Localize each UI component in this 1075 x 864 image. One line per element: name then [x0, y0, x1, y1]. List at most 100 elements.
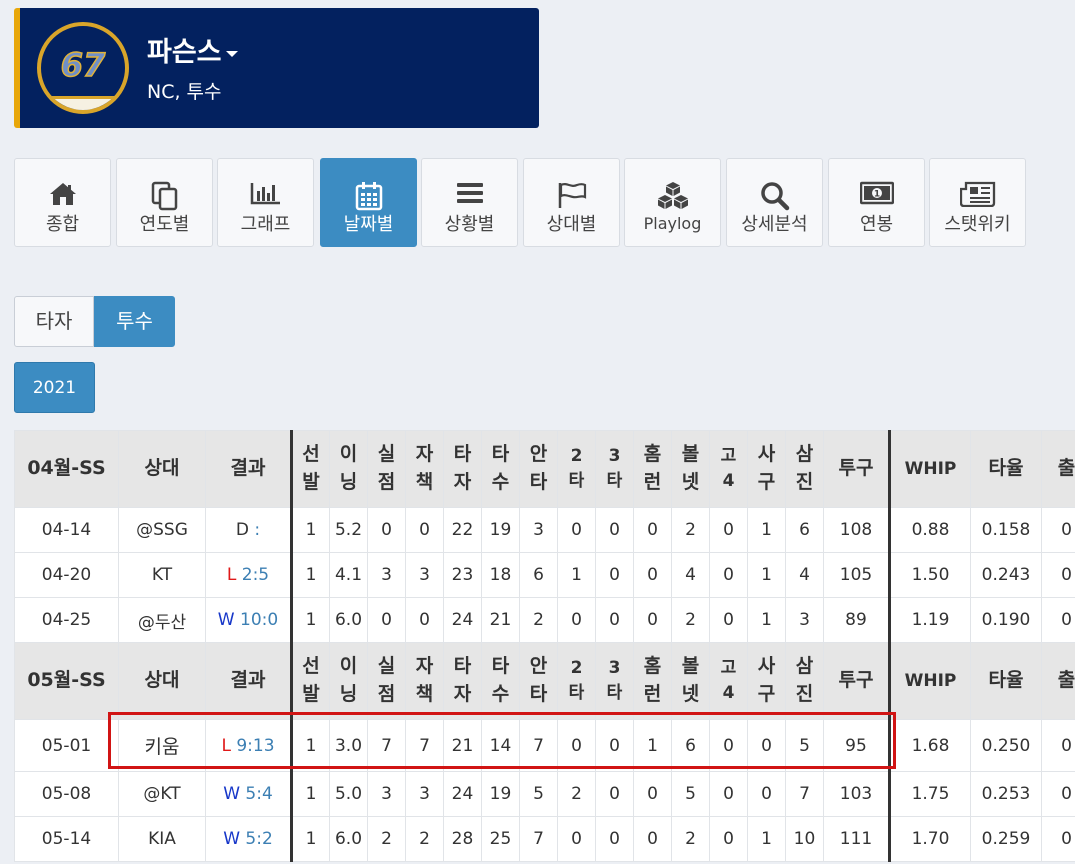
column-header: 타율: [970, 642, 1042, 720]
stat-cell: 3: [405, 771, 444, 817]
stat-cell: 1: [290, 816, 330, 862]
stat-cell: 0: [709, 597, 748, 643]
column-header: 타수: [481, 642, 520, 720]
game-result[interactable]: W 10:0: [205, 597, 292, 643]
stat-cell: 0: [1041, 552, 1075, 598]
game-result[interactable]: W 5:4: [205, 771, 292, 817]
opponent: @두산: [118, 597, 206, 643]
stat-cell: 0: [595, 507, 634, 553]
nav-tab-label: 연도별: [139, 214, 190, 235]
stat-cell: 0: [405, 597, 444, 643]
stat-cell: 1: [290, 771, 330, 817]
copy-icon: [117, 181, 212, 211]
stat-cell: 1: [747, 552, 786, 598]
year-button[interactable]: 2021: [14, 362, 95, 413]
stat-cell: 95: [823, 719, 890, 772]
column-header: 삼진: [785, 430, 824, 508]
nav-tab-4[interactable]: 상황별: [421, 158, 518, 247]
table-row[interactable]: 04-25 @두산 W 10:0 1 6.0 0 0 24 21 2 0 0 0 2 0 1 3 89 1.19 0.…: [14, 597, 1075, 643]
player-card: 67 파슨스 NC, 투수: [14, 8, 539, 128]
stat-cell: 6: [519, 552, 558, 598]
stat-cell: 0: [709, 719, 748, 772]
player-name-dropdown[interactable]: 파슨스: [147, 30, 238, 69]
column-header: WHIP: [888, 430, 971, 508]
game-result[interactable]: W 5:2: [205, 816, 292, 862]
calendar-icon: [321, 181, 416, 211]
batter-toggle[interactable]: 타자: [14, 296, 94, 347]
column-header: 자책: [405, 642, 444, 720]
table-row[interactable]: 05-14 KIA W 5:2 1 6.0 2 2 28 25 7 0 0 0 2 0 1 10 111 1.70 0…: [14, 816, 1075, 862]
game-date: 05-14: [14, 816, 119, 862]
stat-cell: 2: [671, 816, 710, 862]
column-header: 선발: [290, 642, 330, 720]
column-header: 홈런: [633, 430, 672, 508]
nav-tab-label: 상대별: [546, 214, 597, 235]
flag-icon: [524, 181, 619, 211]
stat-cell: 21: [481, 597, 520, 643]
stat-cell: 1: [633, 719, 672, 772]
stat-cell: 0: [557, 597, 596, 643]
stat-cell: 0: [1041, 771, 1075, 817]
column-header: 타율: [970, 430, 1042, 508]
batter-pitcher-toggle: 타자 투수: [14, 296, 175, 347]
game-result[interactable]: L 9:13: [205, 719, 292, 772]
stat-cell: 0: [595, 816, 634, 862]
nav-tab-label: 상황별: [444, 214, 495, 235]
stat-cell: 1: [747, 507, 786, 553]
column-header: WHIP: [888, 642, 971, 720]
stat-cell: 24: [443, 771, 482, 817]
column-header: 자책: [405, 430, 444, 508]
nav-tab-3[interactable]: 날짜별: [320, 158, 417, 247]
table-row[interactable]: 04-14 @SSG D :1 5.2 0 0 22 19 3 0 0 0 2 0 1 6 108 0.88 0.1…: [14, 507, 1075, 553]
column-header: 타자: [443, 430, 482, 508]
game-date: 05-08: [14, 771, 119, 817]
stat-cell: 7: [785, 771, 824, 817]
game-result[interactable]: L 2:5: [205, 552, 292, 598]
game-date: 04-20: [14, 552, 119, 598]
nav-tab-0[interactable]: 종합: [14, 158, 111, 247]
nav-tab-8[interactable]: 1 연봉: [828, 158, 925, 247]
stat-cell: 0.190: [970, 597, 1042, 643]
stat-cell: 19: [481, 507, 520, 553]
money-icon: 1: [829, 181, 924, 211]
stat-cell: 0: [1041, 507, 1075, 553]
result-score: 9:13: [230, 735, 275, 756]
table-row[interactable]: 05-01 키움 L 9:13 1 3.0 7 7 21 14 7 0 0 1 6 0 0 5 95 1.68 0.2…: [14, 719, 1075, 772]
stat-cell: 6.0: [329, 816, 368, 862]
stat-cell: 3: [785, 597, 824, 643]
column-header: 실점: [367, 642, 406, 720]
month-header-row: 05월-SS 상대 결과 선 발 이 닝 실 점 자 책 타 자 타 수 안 타 2 타 3 타 홈 런 볼 넷 고 4 사 구 삼 진 투구…: [14, 642, 1075, 720]
stat-cell: 0.88: [888, 507, 971, 553]
nav-tab-5[interactable]: 상대별: [523, 158, 620, 247]
column-header: 상대: [118, 430, 206, 508]
stat-cell: 28: [443, 816, 482, 862]
table-row[interactable]: 04-20 KT L 2:5 1 4.1 3 3 23 18 6 1 0 0 4 0 1 4 105 1.50 0.2…: [14, 552, 1075, 598]
stat-cell: 5.2: [329, 507, 368, 553]
result-letter: W: [223, 784, 241, 804]
nav-tab-7[interactable]: 상세분석: [726, 158, 823, 247]
stat-cell: 7: [367, 719, 406, 772]
column-header: 볼넷: [671, 642, 710, 720]
stat-cell: 1: [747, 597, 786, 643]
nav-tab-label: 그래프: [240, 214, 291, 235]
game-result[interactable]: D :: [205, 507, 292, 553]
column-header: 안타: [519, 430, 558, 508]
result-score: :: [248, 520, 261, 540]
nav-tab-1[interactable]: 연도별: [116, 158, 213, 247]
stat-cell: 0.259: [970, 816, 1042, 862]
pitcher-toggle[interactable]: 투수: [94, 296, 175, 347]
nav-tab-6[interactable]: Playlog: [624, 158, 721, 247]
stat-cell: 0: [709, 771, 748, 817]
stat-cell: 3: [367, 771, 406, 817]
game-log-table: 04월-SS 상대 결과 선 발 이 닝 실 점 자 책 타 자 타 수 안 타 2 타 3 타 홈 런 볼 넷 고 4 사 구 삼 진 투구…: [14, 430, 1075, 862]
table-row[interactable]: 05-08 @KT W 5:4 1 5.0 3 3 24 19 5 2 0 0 5 0 0 7 103 1.75 0.…: [14, 771, 1075, 817]
nav-tab-label: Playlog: [643, 214, 702, 233]
stat-cell: 0: [557, 816, 596, 862]
result-letter: L: [221, 735, 231, 756]
bar-chart-icon: [218, 181, 313, 211]
stat-cell: 21: [443, 719, 482, 772]
column-header: 볼넷: [671, 430, 710, 508]
nav-tab-2[interactable]: 그래프: [217, 158, 314, 247]
stat-cell: 0: [1041, 719, 1075, 772]
nav-tab-9[interactable]: 스탯위키: [929, 158, 1026, 247]
